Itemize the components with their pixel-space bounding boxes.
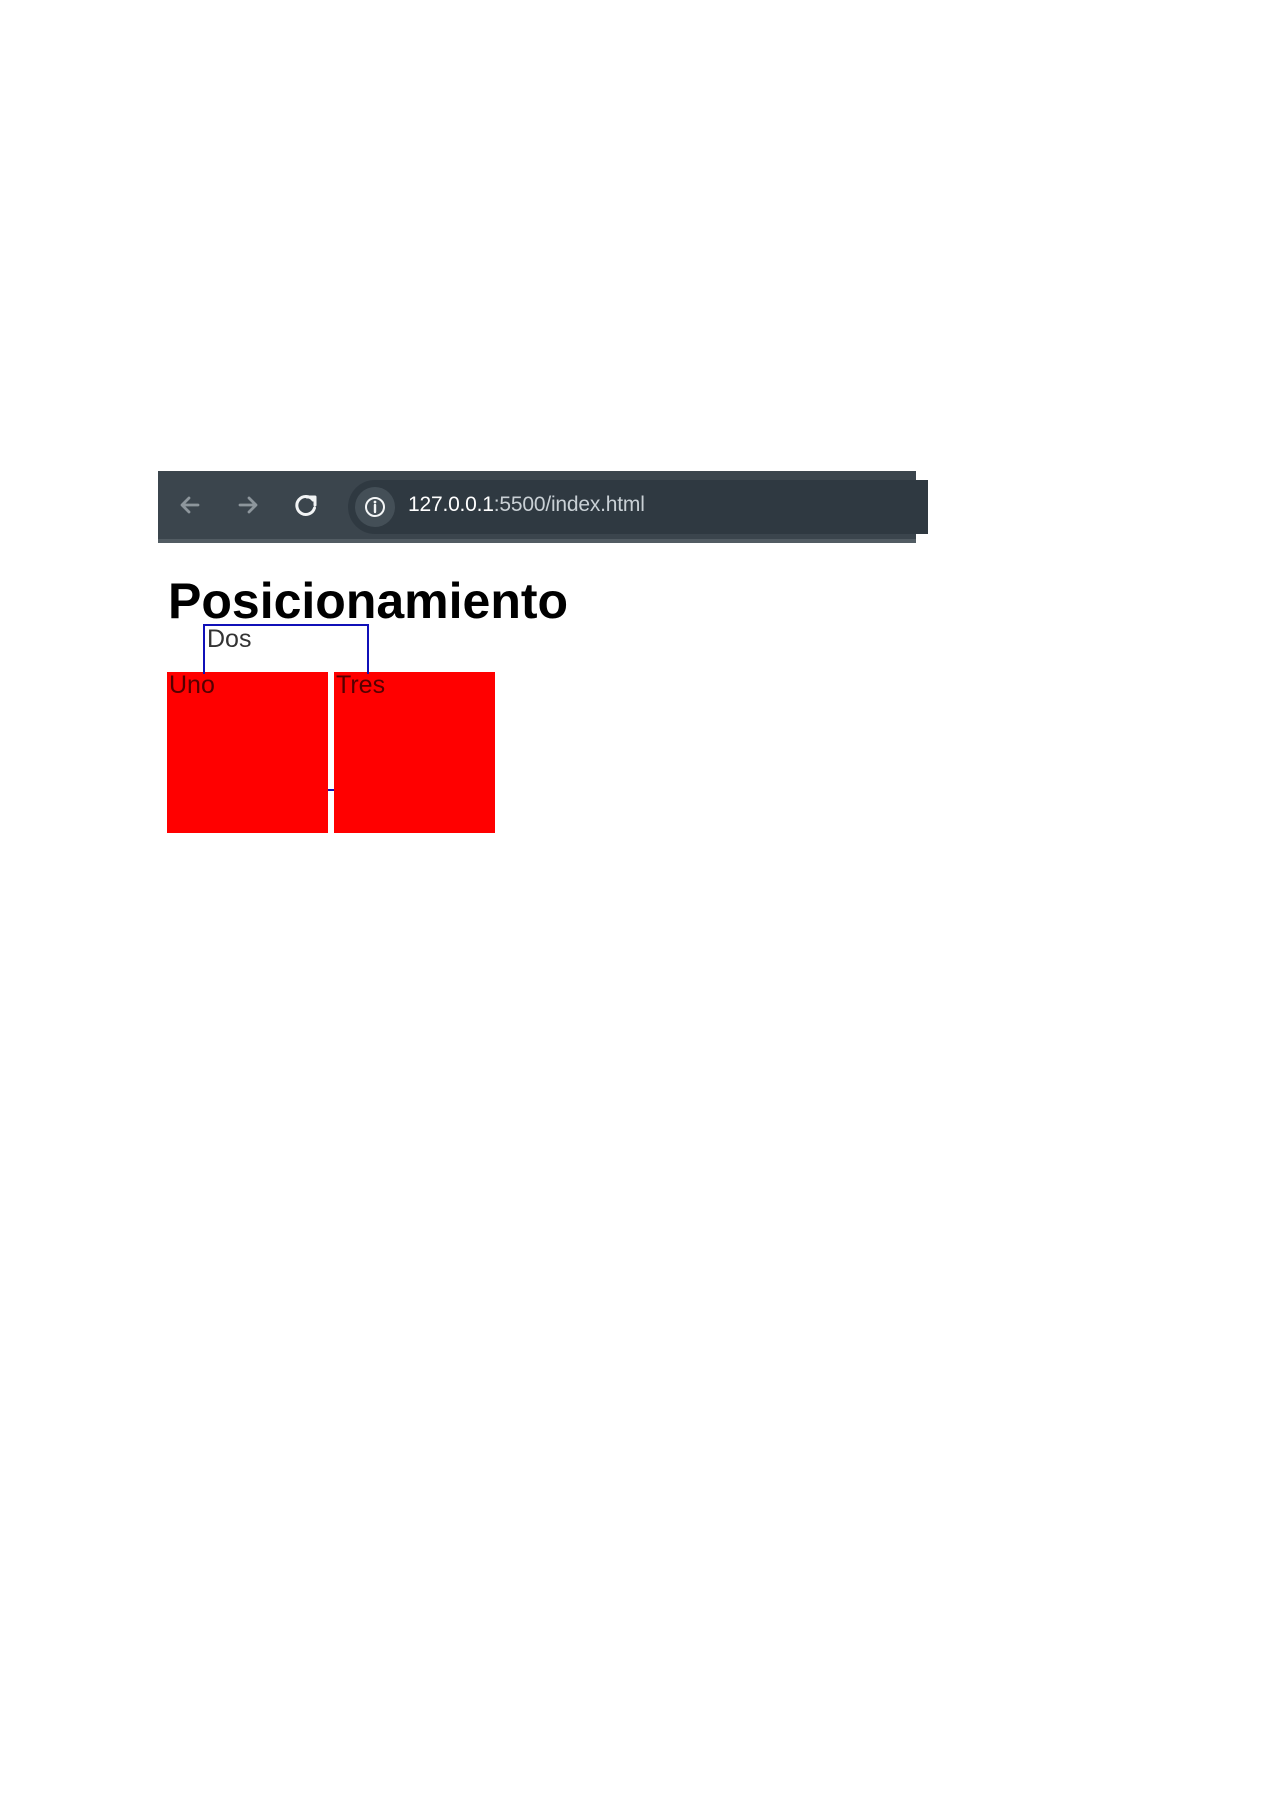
browser-screenshot: 127.0.0.1:5500/index.html Posicionamient…	[158, 471, 928, 841]
box-dos-label: Dos	[207, 625, 252, 653]
page-heading: Posicionamiento	[168, 573, 569, 629]
site-info-button[interactable]	[355, 487, 395, 527]
box-tres-label: Tres	[336, 671, 386, 699]
address-bar[interactable]: 127.0.0.1:5500/index.html	[348, 480, 928, 534]
url-path: :5500/index.html	[493, 493, 645, 516]
browser-toolbar: 127.0.0.1:5500/index.html	[158, 471, 928, 543]
arrow-left-icon[interactable]	[174, 489, 206, 521]
reload-icon[interactable]	[290, 489, 322, 521]
box-uno: Uno	[167, 671, 328, 833]
arrow-right-icon[interactable]	[232, 489, 264, 521]
blue-border-fragment	[328, 789, 334, 791]
box-dos: Dos	[203, 624, 369, 674]
box-uno-label: Uno	[169, 671, 215, 699]
url-host: 127.0.0.1	[408, 493, 494, 516]
info-icon	[365, 497, 385, 517]
url-text: 127.0.0.1:5500/index.html	[408, 493, 645, 517]
box-tres: Tres	[334, 671, 495, 833]
